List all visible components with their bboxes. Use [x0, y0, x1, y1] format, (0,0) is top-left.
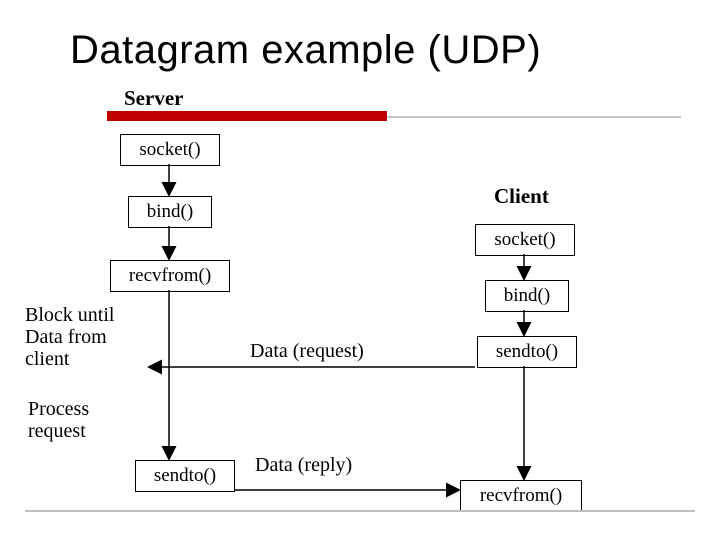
title-underline — [107, 111, 387, 121]
server-bind-box: bind() — [128, 196, 212, 228]
client-sendto-box: sendto() — [477, 336, 577, 368]
title-underline-tail — [387, 116, 681, 118]
server-sendto-box: sendto() — [135, 460, 235, 492]
server-recvfrom-box: recvfrom() — [110, 260, 230, 292]
process-note: Process request — [28, 398, 89, 442]
flow-arrows — [0, 0, 720, 540]
server-heading: Server — [124, 86, 183, 111]
slide-footer-rule — [25, 510, 695, 512]
slide-title: Datagram example (UDP) — [70, 28, 541, 73]
server-socket-box: socket() — [120, 134, 220, 166]
client-socket-box: socket() — [475, 224, 575, 256]
block-note: Block until Data from client — [25, 304, 114, 370]
client-recvfrom-box: recvfrom() — [460, 480, 582, 512]
data-request-label: Data (request) — [250, 340, 364, 363]
client-bind-box: bind() — [485, 280, 569, 312]
client-heading: Client — [494, 184, 549, 209]
data-reply-label: Data (reply) — [255, 454, 352, 477]
